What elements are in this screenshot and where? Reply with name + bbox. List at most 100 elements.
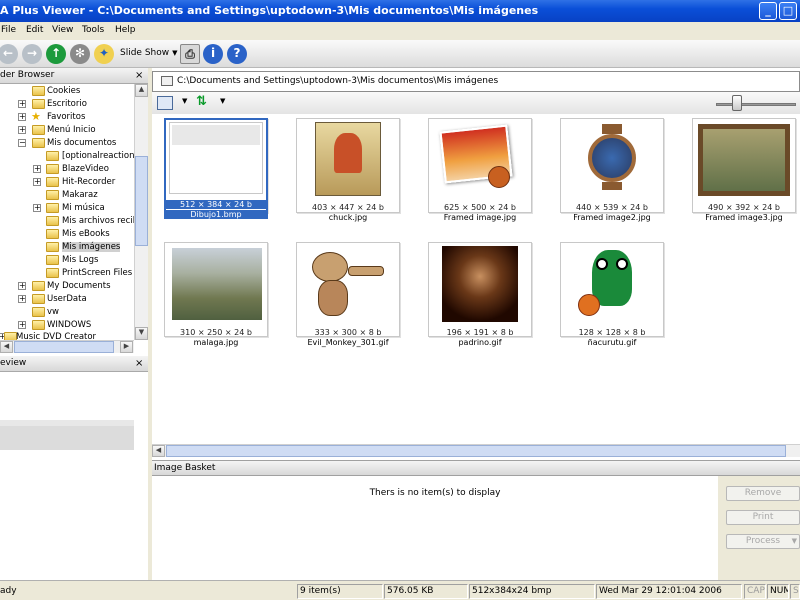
- thumbnail-item[interactable]: 196 × 191 × 8 b padrino.gif: [428, 242, 532, 347]
- tree-item-escritorio[interactable]: + Escritorio: [0, 98, 148, 111]
- scroll-thumb[interactable]: [135, 156, 148, 246]
- maximize-icon: □: [782, 4, 794, 17]
- menu-help[interactable]: Help: [115, 25, 136, 35]
- thumbnail-image: [172, 248, 262, 320]
- thumbnail-item[interactable]: 333 × 300 × 8 b Evil_Monkey_301.gif: [296, 242, 400, 347]
- up-button[interactable]: ↑: [46, 44, 66, 64]
- preview-title: eview: [0, 358, 27, 368]
- scroll-right-icon[interactable]: ▶: [120, 341, 133, 353]
- info-icon: i: [210, 46, 216, 60]
- thumbnail-name: chuck.jpg: [328, 213, 368, 222]
- close-icon[interactable]: ×: [135, 359, 145, 369]
- expand-icon[interactable]: +: [33, 204, 41, 212]
- scroll-left-icon[interactable]: ◀: [152, 445, 165, 457]
- expand-icon[interactable]: +: [18, 126, 26, 134]
- folder-icon: [161, 76, 173, 86]
- print-basket-button[interactable]: Print: [726, 510, 800, 525]
- expand-icon[interactable]: +: [18, 100, 26, 108]
- expand-icon[interactable]: +: [33, 178, 41, 186]
- zoom-slider-track[interactable]: [716, 103, 796, 106]
- folder-tree-vertical-scrollbar[interactable]: ▲ ▼: [134, 84, 148, 340]
- path-bar[interactable]: C:\Documents and Settings\uptodown-3\Mis…: [152, 71, 800, 92]
- remove-button[interactable]: Remove: [726, 486, 800, 501]
- tree-item-mis-documentos[interactable]: − Mis documentos: [0, 137, 148, 150]
- expand-icon[interactable]: +: [18, 295, 26, 303]
- status-scroll: SC: [790, 584, 800, 599]
- expand-icon[interactable]: +: [18, 113, 26, 121]
- zoom-slider-thumb[interactable]: [732, 95, 742, 111]
- tree-item-menu-inicio[interactable]: + Menú Inicio: [0, 124, 148, 137]
- folder-icon: [46, 216, 59, 226]
- slideshow-button[interactable]: Slide Show ▼: [120, 48, 178, 58]
- tree-item-my-documents[interactable]: + My Documents: [0, 280, 148, 293]
- minimize-button[interactable]: _: [759, 2, 777, 20]
- tree-item-makaraz[interactable]: Makaraz: [0, 189, 148, 202]
- forward-button[interactable]: →: [22, 44, 42, 64]
- tree-item-mis-archivos[interactable]: Mis archivos recibi: [0, 215, 148, 228]
- folder-tree-horizontal-scrollbar[interactable]: ◀ ▶: [0, 340, 134, 353]
- tree-item-printscreen-files[interactable]: PrintScreen Files: [0, 267, 148, 280]
- thumbnail-item[interactable]: 512 × 384 × 24 b Dibujo1.bmp: [164, 118, 268, 219]
- settings-button[interactable]: ✻: [70, 44, 90, 64]
- tree-item-blazevideo[interactable]: + BlazeVideo: [0, 163, 148, 176]
- scroll-left-icon[interactable]: ◀: [0, 341, 13, 353]
- thumbnail-horizontal-scrollbar[interactable]: ◀: [152, 444, 800, 457]
- expand-icon[interactable]: +: [33, 165, 41, 173]
- thumbnail-item[interactable]: 490 × 392 × 24 b Framed image3.jpg: [692, 118, 796, 222]
- image-basket-area[interactable]: Thers is no item(s) to display: [152, 476, 718, 580]
- thumbnail-image: [584, 124, 640, 190]
- back-button[interactable]: ←: [0, 44, 18, 64]
- collapse-icon[interactable]: −: [18, 139, 26, 147]
- expand-icon[interactable]: +: [18, 282, 26, 290]
- tree-item-music-dvd-creator[interactable]: + Music DVD Creator: [0, 331, 148, 340]
- thumbnail-info: 333 × 300 × 8 b: [314, 328, 382, 337]
- close-icon[interactable]: ×: [135, 71, 145, 81]
- status-file-size: 576.05 KB: [384, 584, 468, 599]
- tree-item-userdata[interactable]: + UserData: [0, 293, 148, 306]
- chevron-down-icon[interactable]: ▼: [182, 97, 187, 105]
- thumbnail-item[interactable]: 625 × 500 × 24 b Framed image.jpg: [428, 118, 532, 222]
- status-caps: CAP: [744, 584, 766, 599]
- info-button[interactable]: i: [203, 44, 223, 64]
- view-mode-icon[interactable]: [157, 96, 173, 110]
- thumbnail-item[interactable]: 310 × 250 × 24 b malaga.jpg: [164, 242, 268, 347]
- help-button[interactable]: ?: [227, 44, 247, 64]
- tree-item-favoritos[interactable]: + ★ Favoritos: [0, 110, 148, 124]
- tree-item-hit-recorder[interactable]: + Hit-Recorder: [0, 176, 148, 189]
- chevron-down-icon[interactable]: ▼: [220, 97, 225, 105]
- tree-item-optionalreaction[interactable]: [optionalreaction]a: [0, 150, 148, 163]
- maximize-button[interactable]: □: [779, 2, 797, 20]
- image-basket-header: Image Basket: [152, 460, 800, 476]
- menu-view[interactable]: View: [52, 25, 73, 35]
- tree-item-mis-imagenes[interactable]: Mis imágenes: [0, 241, 148, 254]
- menu-tools[interactable]: Tools: [82, 25, 104, 35]
- tree-item-cookies[interactable]: Cookies: [0, 85, 148, 98]
- folder-icon: [32, 86, 45, 96]
- tree-item-mis-logs[interactable]: Mis Logs: [0, 254, 148, 267]
- thumbnail-item[interactable]: 128 × 128 × 8 b ñacurutu.gif: [560, 242, 664, 347]
- folder-icon: [46, 268, 59, 278]
- wizard-button[interactable]: ✦: [94, 44, 114, 64]
- thumbnail-image: [578, 246, 646, 322]
- scroll-down-icon[interactable]: ▼: [135, 327, 148, 340]
- menu-edit[interactable]: Edit: [26, 25, 43, 35]
- expand-icon[interactable]: +: [18, 321, 26, 329]
- tree-item-mis-ebooks[interactable]: Mis eBooks: [0, 228, 148, 241]
- folder-tree[interactable]: Cookies + Escritorio + ★ Favoritos + Men…: [0, 84, 148, 340]
- menu-file[interactable]: File: [1, 25, 16, 35]
- thumbnail-name: Evil_Monkey_301.gif: [307, 338, 389, 347]
- print-button[interactable]: ⎙: [180, 44, 200, 64]
- scroll-thumb[interactable]: [166, 445, 786, 457]
- tree-item-label: Mi música: [62, 203, 105, 213]
- tree-item-mi-musica[interactable]: + Mi música: [0, 202, 148, 215]
- sort-icon[interactable]: ⇅: [196, 94, 207, 109]
- thumbnail-item[interactable]: 440 × 539 × 24 b Framed image2.jpg: [560, 118, 664, 222]
- process-button[interactable]: Process ▼: [726, 534, 800, 549]
- scroll-thumb[interactable]: [14, 341, 114, 353]
- tree-item-label: Mis imágenes: [62, 242, 121, 252]
- thumbnail-item[interactable]: 403 × 447 × 24 b chuck.jpg: [296, 118, 400, 222]
- scroll-up-icon[interactable]: ▲: [135, 84, 148, 97]
- thumbnail-image-detail: [312, 252, 348, 282]
- folder-icon: [46, 190, 59, 200]
- tree-item-vw[interactable]: vw: [0, 306, 148, 319]
